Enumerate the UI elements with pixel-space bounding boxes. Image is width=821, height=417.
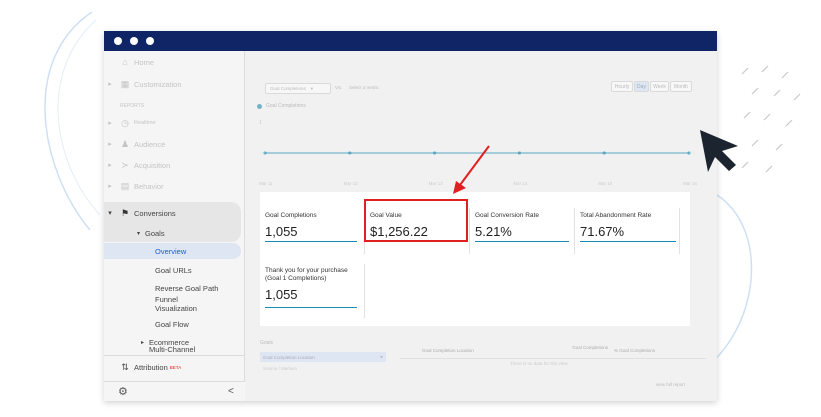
cursor-arrow-icon: [700, 130, 738, 172]
stage: ⌂ Home ▸ ▦ Customization REPORTS ▸ ◷ Realt…: [0, 0, 821, 417]
